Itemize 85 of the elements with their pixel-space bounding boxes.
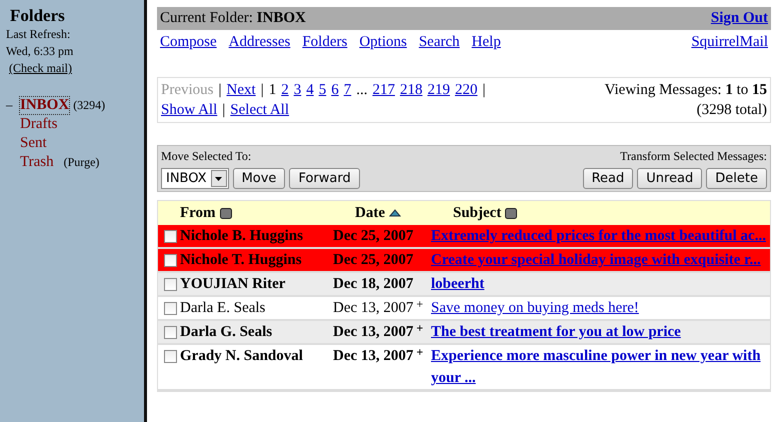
date: Dec 18, 2007 bbox=[333, 275, 414, 294]
page-link[interactable]: Next bbox=[226, 80, 256, 100]
date: Dec 13, 2007 bbox=[333, 323, 414, 342]
folder-link[interactable]: Trash bbox=[20, 154, 54, 171]
caret-icon bbox=[215, 176, 222, 180]
message-row[interactable]: Darla G. Seals Dec 13, 2007 + The best treatment for you at low price bbox=[158, 321, 770, 345]
page-link[interactable]: 218 bbox=[400, 80, 422, 100]
column-header[interactable]: Date bbox=[355, 204, 385, 222]
separator: | bbox=[482, 81, 486, 100]
purge-link[interactable]: (Purge) bbox=[64, 155, 100, 170]
message-count: (3294) bbox=[73, 98, 106, 113]
brand-link[interactable]: SquirrelMail bbox=[691, 34, 768, 51]
message-row[interactable]: Nichole T. Huggins Dec 25, 2007 Create your special holiday image with exquisite r... bbox=[158, 249, 770, 273]
page-link[interactable]: 7 bbox=[344, 80, 352, 100]
subject-link[interactable]: lobeerht bbox=[431, 273, 484, 295]
date: Dec 25, 2007 bbox=[333, 251, 414, 270]
row-checkbox[interactable] bbox=[164, 302, 177, 315]
action-button[interactable]: Read bbox=[582, 168, 634, 189]
page-link[interactable]: 220 bbox=[454, 80, 478, 100]
page-link[interactable]: Show All bbox=[161, 100, 218, 120]
page-link[interactable]: 217 bbox=[372, 80, 395, 100]
page-link[interactable]: 219 bbox=[427, 80, 450, 100]
viewing-range: Viewing Messages: 1 to 15 bbox=[604, 81, 767, 100]
sort-ascending-icon[interactable] bbox=[389, 209, 401, 217]
folder-link[interactable]: INBOX bbox=[20, 97, 70, 114]
current-folder-label: Current Folder: INBOX bbox=[160, 10, 306, 27]
folder-link[interactable]: Sent bbox=[20, 135, 47, 152]
message-row[interactable]: Nichole B. Huggins Dec 25, 2007 Extremely reduced prices for the most beautiful ac... bbox=[158, 225, 770, 249]
folder-link[interactable]: Drafts bbox=[20, 116, 58, 133]
move-button[interactable]: Move bbox=[232, 168, 286, 189]
current-page: 1 bbox=[268, 81, 276, 100]
refresh-label: Last Refresh: bbox=[6, 26, 72, 43]
attachment-marker: + bbox=[416, 297, 424, 311]
nav-link[interactable]: Options bbox=[359, 34, 407, 51]
refresh-time: Wed, 6:33 pm bbox=[6, 43, 74, 60]
attachment-marker: + bbox=[416, 345, 424, 359]
total-count: (3298 total) bbox=[696, 101, 767, 120]
separator: | bbox=[222, 101, 226, 120]
sender: Darla E. Seals bbox=[180, 299, 266, 318]
subject-link[interactable]: Experience more masculine power in new year with your ... bbox=[431, 345, 770, 389]
move-button[interactable]: Forward bbox=[289, 168, 360, 189]
column-header[interactable]: From bbox=[180, 204, 216, 222]
check-mail-link[interactable]: (Check mail) bbox=[9, 61, 72, 75]
nav-link[interactable]: Addresses bbox=[228, 34, 290, 51]
page-link[interactable]: 4 bbox=[306, 80, 314, 100]
date: Dec 13, 2007 bbox=[333, 347, 414, 366]
row-checkbox[interactable] bbox=[164, 278, 177, 291]
page-link[interactable]: Select All bbox=[230, 100, 290, 120]
sort-icon[interactable] bbox=[220, 208, 232, 218]
sidebar-title: Folders bbox=[10, 6, 66, 26]
sender: Nichole T. Huggins bbox=[180, 251, 302, 270]
nav-link[interactable]: Compose bbox=[160, 34, 217, 51]
row-checkbox[interactable] bbox=[164, 254, 177, 267]
date: Dec 25, 2007 bbox=[333, 227, 414, 246]
page-link[interactable]: 3 bbox=[294, 80, 302, 100]
move-label: Move Selected To: bbox=[161, 148, 252, 165]
subject-link[interactable]: Save money on buying meds here! bbox=[431, 297, 639, 319]
page-link[interactable]: 2 bbox=[281, 80, 289, 100]
folder-dropdown[interactable]: INBOX bbox=[161, 168, 229, 189]
separator: | bbox=[260, 81, 264, 100]
message-row[interactable]: YOUJIAN Riter Dec 18, 2007 lobeerht bbox=[158, 273, 770, 297]
sign-out-link[interactable]: Sign Out bbox=[710, 10, 768, 27]
page-link[interactable]: 5 bbox=[318, 80, 326, 100]
date: Dec 13, 2007 bbox=[333, 299, 414, 318]
separator: ... bbox=[356, 81, 368, 100]
sort-icon[interactable] bbox=[505, 208, 518, 218]
subject-link[interactable]: The best treatment for you at low price bbox=[431, 321, 681, 343]
page-link[interactable]: 6 bbox=[331, 80, 339, 100]
attachment-marker: + bbox=[416, 321, 424, 335]
row-checkbox[interactable] bbox=[164, 230, 177, 243]
separator: | bbox=[218, 81, 222, 100]
action-button[interactable]: Delete bbox=[706, 168, 767, 189]
row-checkbox[interactable] bbox=[164, 326, 177, 339]
transform-label: Transform Selected Messages: bbox=[620, 148, 767, 165]
column-header[interactable]: Subject bbox=[453, 204, 502, 222]
sender: YOUJIAN Riter bbox=[180, 275, 286, 294]
nav-link[interactable]: Help bbox=[472, 34, 501, 51]
sender: Nichole B. Huggins bbox=[180, 227, 303, 246]
nav-link[interactable]: Folders bbox=[302, 34, 348, 51]
collapse-toggle[interactable]: – bbox=[6, 97, 16, 113]
sender: Darla G. Seals bbox=[180, 323, 272, 342]
sender: Grady N. Sandoval bbox=[180, 347, 303, 366]
row-checkbox[interactable] bbox=[164, 350, 177, 363]
action-button[interactable]: Unread bbox=[637, 168, 702, 189]
nav-link[interactable]: Search bbox=[418, 34, 460, 51]
